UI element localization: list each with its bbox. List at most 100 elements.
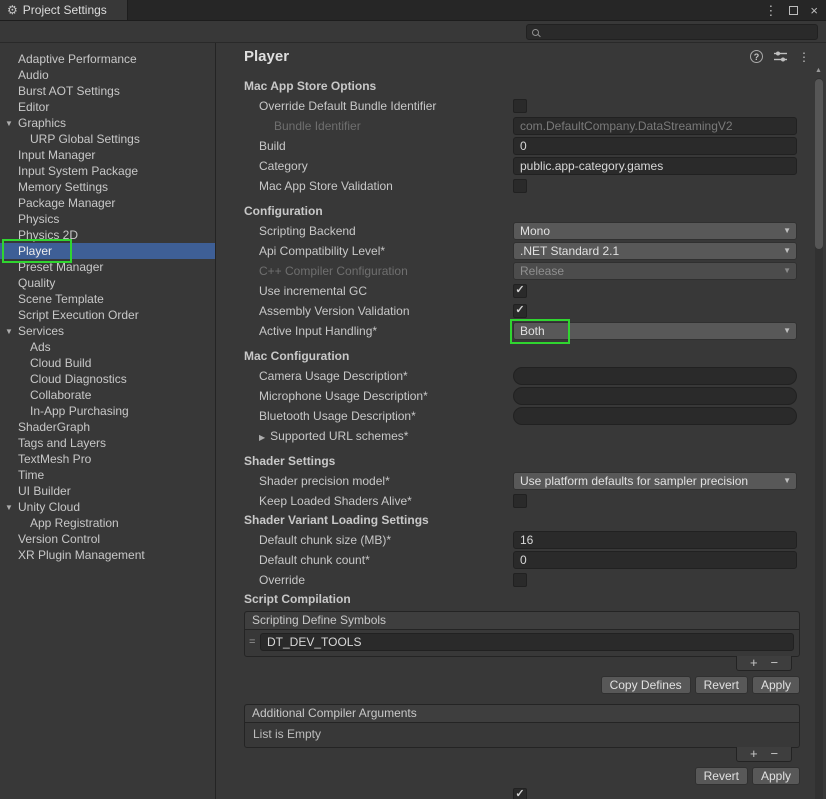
microphone-usage-description-field[interactable] — [513, 387, 797, 405]
search-box[interactable] — [526, 24, 818, 40]
keep-loaded-shaders-alive-checkbox[interactable] — [513, 494, 527, 508]
setting-label: Default chunk size (MB)* — [244, 533, 513, 547]
sidebar-item-burst-aot-settings[interactable]: Burst AOT Settings — [0, 83, 215, 99]
add-define-button[interactable]: + — [750, 657, 758, 669]
tab-project-settings[interactable]: ⚙ Project Settings — [0, 0, 128, 20]
sidebar-item-editor[interactable]: Editor — [0, 99, 215, 115]
active-input-handling-dropdown[interactable]: Both ▼ — [513, 322, 797, 340]
sidebar-item-time[interactable]: Time — [0, 467, 215, 483]
sidebar-item-cloud-build[interactable]: Cloud Build — [0, 355, 215, 371]
default-chunk-count-field[interactable] — [513, 551, 797, 569]
item-label: Scene Template — [18, 292, 104, 306]
sidebar-item-ui-builder[interactable]: UI Builder — [0, 483, 215, 499]
sidebar-item-adaptive-performance[interactable]: Adaptive Performance — [0, 51, 215, 67]
sidebar-item-app-registration[interactable]: App Registration — [0, 515, 215, 531]
sidebar-item-textmesh-pro[interactable]: TextMesh Pro — [0, 451, 215, 467]
foldout-supported-url-schemes[interactable]: ▶ Supported URL schemes* — [244, 429, 513, 443]
sidebar-item-collaborate[interactable]: Collaborate — [0, 387, 215, 403]
scrollbar-thumb[interactable] — [815, 79, 823, 249]
section-header-mac-app-store: Mac App Store Options — [244, 77, 826, 96]
bundle-identifier-field[interactable] — [513, 117, 797, 135]
project-settings-window: ⚙ Project Settings ⋮ × Adaptive Performa… — [0, 0, 826, 799]
sidebar-item-audio[interactable]: Audio — [0, 67, 215, 83]
setting-row: Bluetooth Usage Description* — [244, 406, 826, 426]
item-label: Collaborate — [30, 388, 91, 402]
use-incremental-gc-checkbox[interactable]: ✓ — [513, 284, 527, 298]
help-icon[interactable]: ? — [750, 50, 763, 63]
dropdown-value: Release — [520, 264, 564, 278]
sidebar-item-scene-template[interactable]: Scene Template — [0, 291, 215, 307]
define-symbol-field[interactable] — [260, 633, 794, 651]
sidebar-item-physics[interactable]: Physics — [0, 211, 215, 227]
override-bundle-identifier-checkbox[interactable] — [513, 99, 527, 113]
sidebar-item-unity-cloud[interactable]: ▼Unity Cloud — [0, 499, 215, 515]
setting-row: Microphone Usage Description* — [244, 386, 826, 406]
copy-defines-button[interactable]: Copy Defines — [601, 676, 691, 694]
sidebar-item-xr-plugin-management[interactable]: XR Plugin Management — [0, 547, 215, 563]
item-label: Preset Manager — [18, 260, 103, 274]
sidebar-item-cloud-diagnostics[interactable]: Cloud Diagnostics — [0, 371, 215, 387]
shader-precision-model-dropdown[interactable]: Use platform defaults for sampler precis… — [513, 472, 797, 490]
build-field[interactable] — [513, 137, 797, 155]
drag-handle-icon[interactable]: = — [249, 636, 255, 648]
sidebar-item-tags-and-layers[interactable]: Tags and Layers — [0, 435, 215, 451]
mac-app-store-validation-checkbox[interactable] — [513, 179, 527, 193]
search-input[interactable] — [544, 26, 812, 38]
scripting-define-symbols-list: Scripting Define Symbols = — [244, 611, 800, 657]
sidebar-item-player[interactable]: Player — [0, 243, 215, 259]
apply-button[interactable]: Apply — [752, 676, 800, 694]
sidebar-item-input-manager[interactable]: Input Manager — [0, 147, 215, 163]
category-field[interactable] — [513, 157, 797, 175]
revert-button[interactable]: Revert — [695, 767, 748, 785]
partial-checkbox[interactable]: ✓ — [513, 788, 527, 799]
bluetooth-usage-description-field[interactable] — [513, 407, 797, 425]
api-compatibility-dropdown[interactable]: .NET Standard 2.1 ▼ — [513, 242, 797, 260]
dropdown-value: Mono — [520, 224, 550, 238]
vertical-scrollbar[interactable]: ▲ — [813, 65, 825, 799]
maximize-icon[interactable] — [789, 6, 798, 15]
close-icon[interactable]: × — [810, 4, 818, 17]
sidebar-item-preset-manager[interactable]: Preset Manager — [0, 259, 215, 275]
camera-usage-description-field[interactable] — [513, 367, 797, 385]
default-chunk-size-field[interactable] — [513, 531, 797, 549]
context-menu-icon[interactable]: ⋮ — [798, 51, 810, 63]
override-checkbox[interactable] — [513, 573, 527, 587]
assembly-version-validation-checkbox[interactable]: ✓ — [513, 304, 527, 318]
section-header-script-compilation: Script Compilation — [244, 590, 826, 609]
setting-label: Supported URL schemes* — [270, 429, 408, 443]
sidebar-item-graphics[interactable]: ▼Graphics — [0, 115, 215, 131]
sidebar-item-input-system-package[interactable]: Input System Package — [0, 163, 215, 179]
foldout-open-icon[interactable]: ▼ — [5, 116, 13, 132]
sidebar-item-quality[interactable]: Quality — [0, 275, 215, 291]
setting-label: Keep Loaded Shaders Alive* — [244, 494, 513, 508]
setting-label: Default chunk count* — [244, 553, 513, 567]
sidebar-item-script-execution-order[interactable]: Script Execution Order — [0, 307, 215, 323]
foldout-open-icon[interactable]: ▼ — [5, 324, 13, 340]
foldout-closed-icon[interactable]: ▶ — [259, 433, 265, 442]
sidebar-item-urp-global-settings[interactable]: URP Global Settings — [0, 131, 215, 147]
remove-define-button[interactable]: − — [770, 657, 778, 669]
foldout-open-icon[interactable]: ▼ — [5, 500, 13, 516]
scripting-backend-dropdown[interactable]: Mono ▼ — [513, 222, 797, 240]
revert-button[interactable]: Revert — [695, 676, 748, 694]
sidebar-item-physics-2d[interactable]: Physics 2D — [0, 227, 215, 243]
sidebar-item-package-manager[interactable]: Package Manager — [0, 195, 215, 211]
setting-label: Bundle Identifier — [244, 119, 513, 133]
sidebar-item-ads[interactable]: Ads — [0, 339, 215, 355]
sidebar-item-in-app-purchasing[interactable]: In-App Purchasing — [0, 403, 215, 419]
apply-button[interactable]: Apply — [752, 767, 800, 785]
add-argument-button[interactable]: + — [750, 748, 758, 760]
dropdown-arrow-icon: ▼ — [783, 227, 791, 235]
section-header-shader-variant-loading: Shader Variant Loading Settings — [244, 511, 826, 530]
sidebar-item-version-control[interactable]: Version Control — [0, 531, 215, 547]
remove-argument-button[interactable]: − — [770, 748, 778, 760]
window-menu-icon[interactable]: ⋮ — [764, 4, 777, 17]
scroll-up-icon[interactable]: ▲ — [815, 67, 822, 74]
sidebar-item-shadergraph[interactable]: ShaderGraph — [0, 419, 215, 435]
preset-icon[interactable] — [774, 51, 787, 62]
sidebar-item-memory-settings[interactable]: Memory Settings — [0, 179, 215, 195]
scrollbar-track[interactable] — [815, 78, 823, 799]
sidebar-item-services[interactable]: ▼Services — [0, 323, 215, 339]
panel-header: Player ? ⋮ — [216, 43, 826, 69]
item-label: Input System Package — [18, 164, 138, 178]
